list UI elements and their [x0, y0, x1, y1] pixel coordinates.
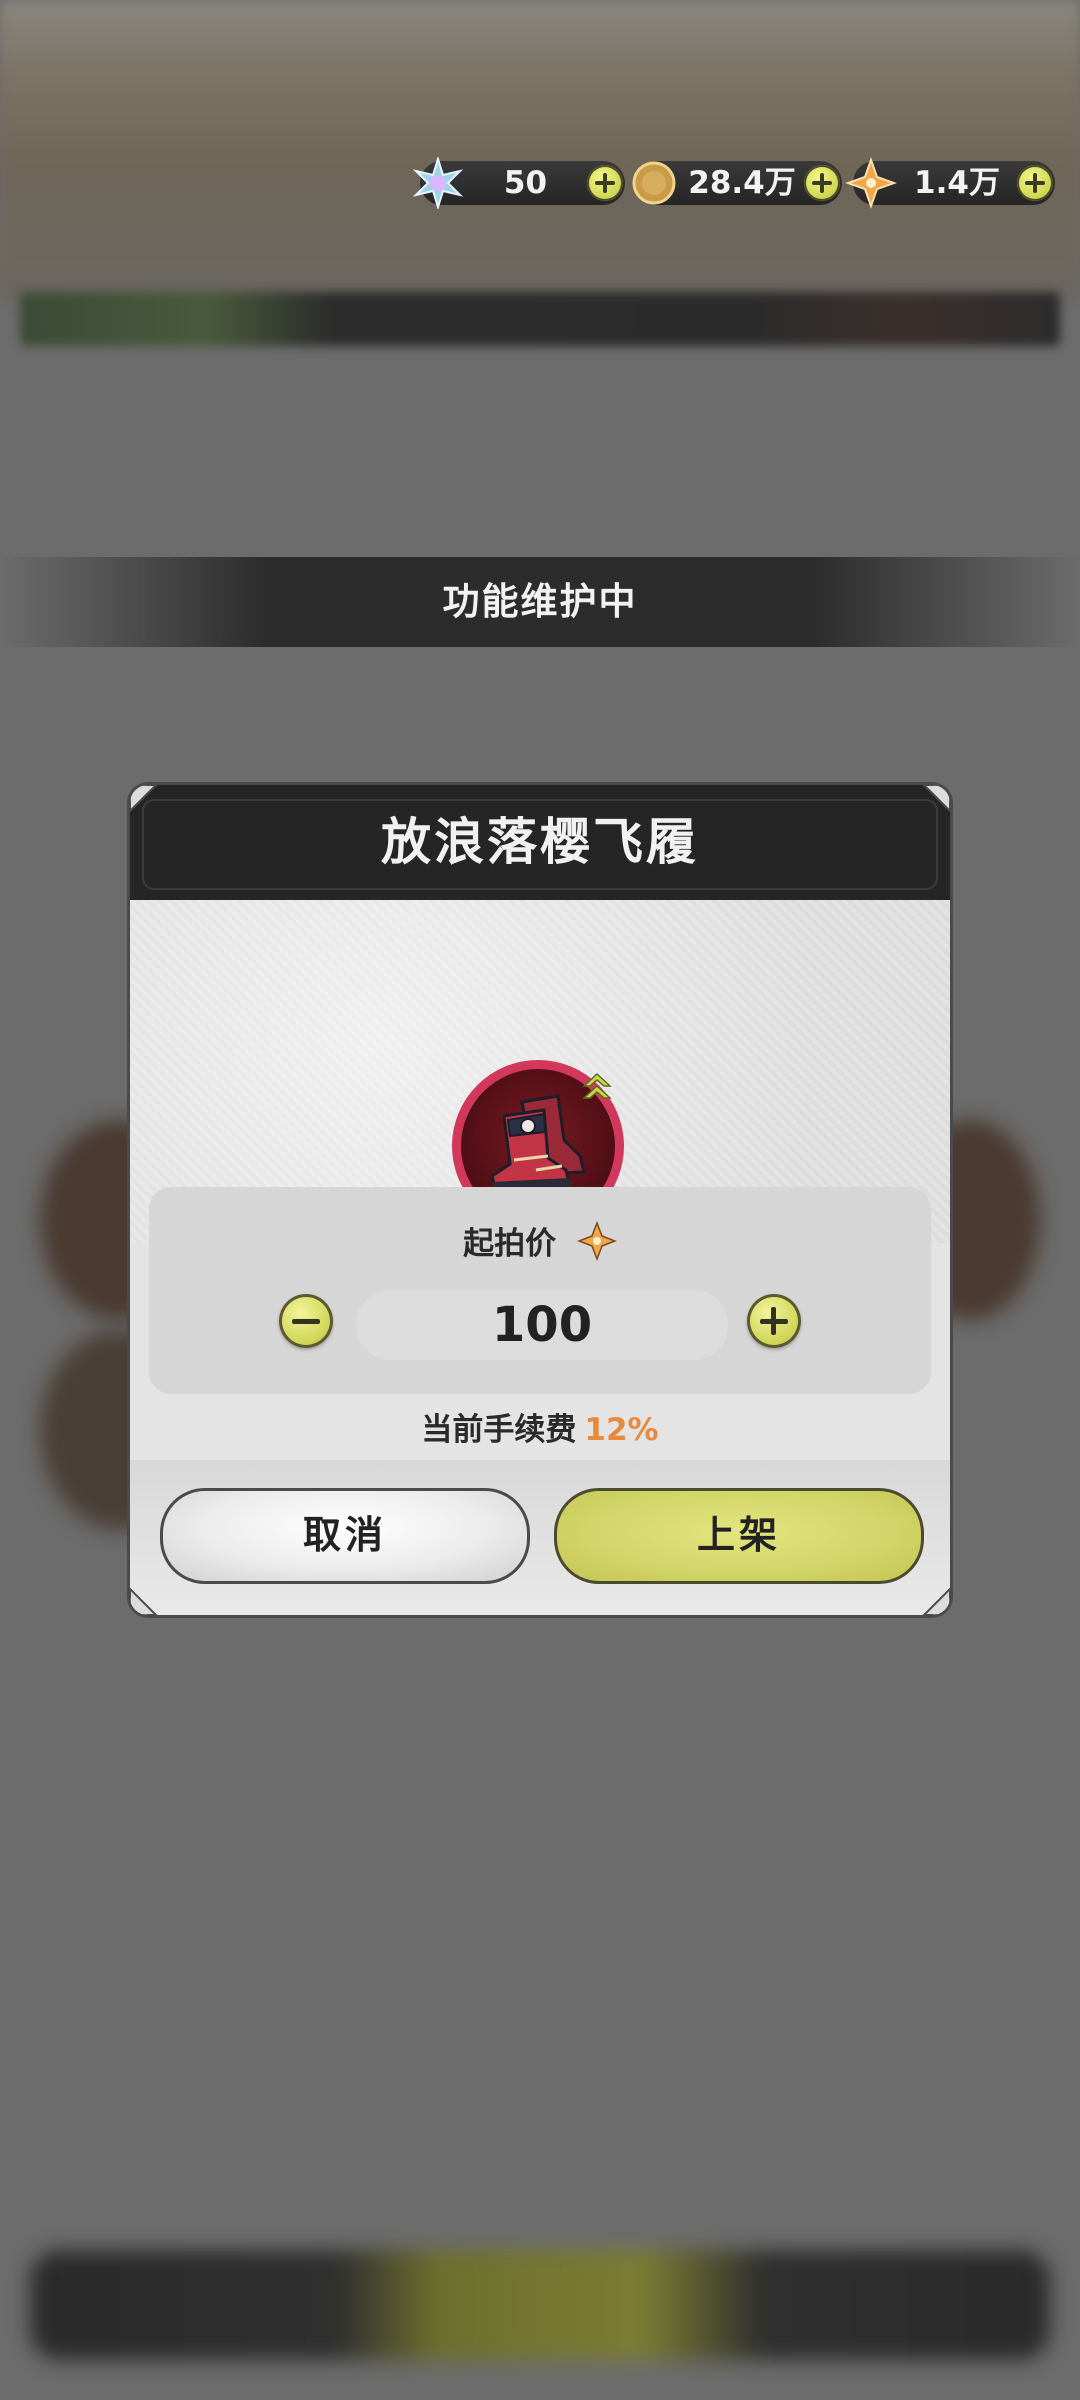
starting-price-row: 起拍价	[0, 1218, 1080, 1263]
background-scene	[0, 0, 1080, 300]
background-bottom-nav	[30, 2250, 1050, 2360]
corner-ornament	[130, 785, 158, 813]
cancel-button[interactable]: 取消	[160, 1488, 530, 1584]
amber-gem-icon	[845, 157, 897, 209]
add-star-crystal-button[interactable]	[587, 165, 623, 201]
dialog-title: 放浪落樱飞履	[381, 813, 699, 871]
list-item-button[interactable]: 上架	[554, 1488, 924, 1584]
gold-coin-icon	[632, 161, 676, 205]
plus-icon-vertical	[771, 1307, 776, 1335]
fee-label: 当前手续费	[421, 1412, 577, 1448]
currency-amber-gem-value: 1.4万	[914, 165, 1000, 201]
maintenance-banner: 功能维护中	[0, 557, 1080, 647]
corner-ornament	[922, 1587, 950, 1615]
background-tab-strip	[20, 292, 1060, 346]
minus-icon	[292, 1319, 320, 1324]
add-gold-coin-button[interactable]	[804, 165, 840, 201]
starting-price-input[interactable]	[356, 1290, 728, 1360]
decrease-price-button[interactable]	[279, 1294, 333, 1348]
currency-amber-gem: 1.4万	[845, 157, 1055, 209]
currency-gold-coin: 28.4万	[632, 161, 842, 205]
corner-ornament	[130, 1587, 158, 1615]
amber-gem-icon	[576, 1220, 617, 1261]
star-crystal-icon	[412, 157, 464, 209]
corner-ornament	[922, 785, 950, 813]
fee-row: 当前手续费 12%	[0, 1404, 1080, 1449]
starting-price-label: 起拍价	[463, 1226, 557, 1262]
increase-price-button[interactable]	[747, 1294, 801, 1348]
currency-star-crystal-value: 50	[503, 165, 548, 201]
rank-up-icon	[582, 1072, 612, 1099]
add-amber-gem-button[interactable]	[1017, 165, 1053, 201]
fee-value: 12%	[584, 1412, 659, 1448]
currency-gold-coin-value: 28.4万	[688, 165, 796, 201]
currency-star-crystal: 50	[412, 157, 625, 209]
